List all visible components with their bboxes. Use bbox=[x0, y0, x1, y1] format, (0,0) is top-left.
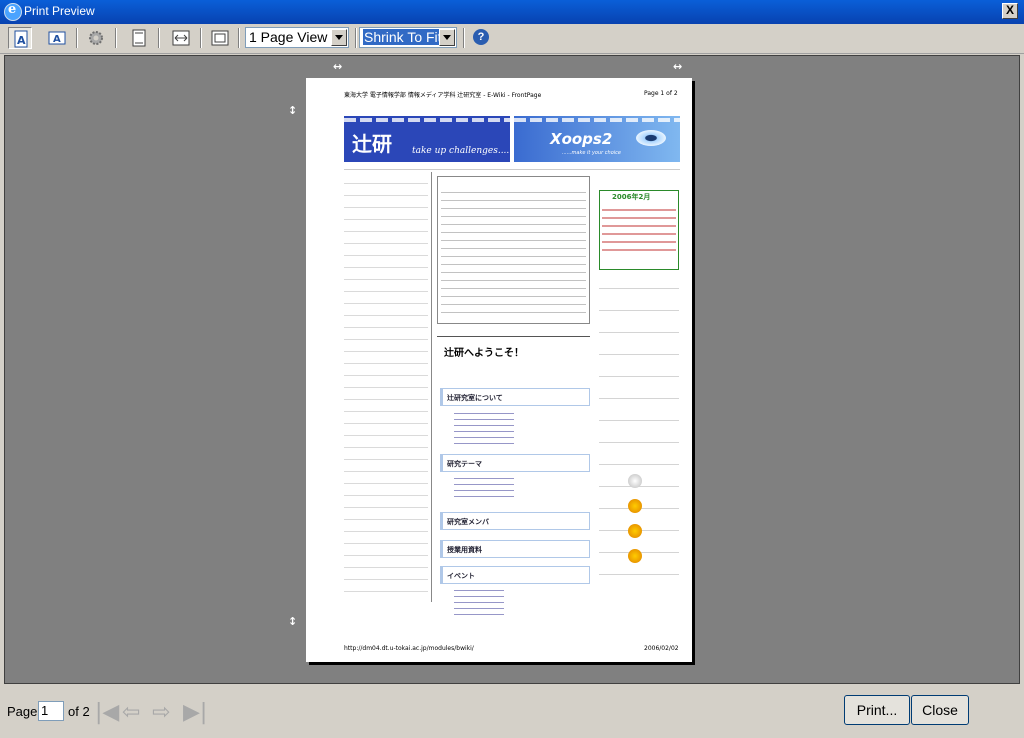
page-label: Page bbox=[7, 704, 38, 719]
section-heading: 授業用資料 bbox=[440, 540, 590, 558]
page-number-input[interactable]: 1 bbox=[38, 701, 64, 721]
portrait-icon[interactable]: A bbox=[8, 27, 32, 49]
ie-logo-icon bbox=[4, 2, 22, 21]
title-bar: Print Preview X bbox=[0, 0, 1024, 24]
help-icon[interactable]: ? bbox=[473, 29, 489, 45]
page-view-select[interactable]: 1 Page View bbox=[245, 27, 349, 48]
page-footer-right: 2006/02/02 bbox=[644, 645, 679, 652]
chevron-down-icon[interactable] bbox=[331, 29, 347, 46]
banner-right: Xoops2 ......make it your choice bbox=[514, 116, 680, 162]
welcome-heading: 辻研へようこそ！ bbox=[444, 348, 524, 359]
page-header-right: Page 1 of 2 bbox=[644, 90, 678, 97]
toolbar: A A 1 Page View Shrink To Fit bbox=[0, 24, 1024, 54]
page-header-left: 東海大学 電子情報学部 情報メディア学科 辻研究室 - E-Wiki - Fro… bbox=[344, 92, 542, 99]
status-bar: Page 1 of 2 |◀ ⇦ ⇨ ▶| Print... Close bbox=[0, 686, 1024, 738]
previous-page-icon[interactable]: ⇦ bbox=[122, 700, 140, 725]
last-page-icon[interactable]: ▶| bbox=[183, 700, 207, 725]
right-margin-handle[interactable]: ↔ bbox=[673, 60, 682, 73]
close-window-button[interactable]: X bbox=[1002, 3, 1018, 19]
print-button[interactable]: Print... bbox=[844, 695, 910, 725]
section-heading: 研究室メンバ bbox=[440, 512, 590, 530]
first-page-icon[interactable]: |◀ bbox=[95, 700, 119, 725]
page-setup-gear-icon[interactable] bbox=[84, 27, 108, 49]
bottom-margin-handle[interactable]: ↕ bbox=[288, 615, 297, 628]
section-heading: イベント bbox=[440, 566, 590, 584]
shrink-to-fit-select[interactable]: Shrink To Fit bbox=[359, 27, 457, 48]
chevron-down-icon[interactable] bbox=[439, 29, 455, 46]
page-count: of 2 bbox=[68, 704, 90, 719]
next-page-icon[interactable]: ⇨ bbox=[152, 700, 170, 725]
landscape-icon[interactable]: A bbox=[45, 27, 69, 49]
header-footer-icon[interactable] bbox=[127, 27, 151, 49]
full-width-icon[interactable] bbox=[169, 27, 193, 49]
section-heading: 研究テーマ bbox=[440, 454, 590, 472]
left-margin-handle[interactable]: ↔ bbox=[333, 60, 342, 73]
window-title: Print Preview bbox=[24, 4, 95, 18]
svg-text:A: A bbox=[53, 34, 61, 45]
preview-page: 東海大学 電子情報学部 情報メディア学科 辻研究室 - E-Wiki - Fro… bbox=[306, 78, 692, 662]
svg-text:A: A bbox=[17, 34, 26, 47]
top-margin-handle[interactable]: ↕ bbox=[288, 104, 297, 117]
page-footer-left: http://dm04.dt.u-tokai.ac.jp/modules/bwi… bbox=[344, 645, 474, 652]
close-button[interactable]: Close bbox=[911, 695, 969, 725]
calendar-title: 2006年2月 bbox=[612, 193, 651, 201]
full-page-icon[interactable] bbox=[208, 27, 232, 49]
banner-left: 辻研 take up challenges.... bbox=[344, 116, 510, 162]
section-heading: 辻研究室について bbox=[440, 388, 590, 406]
